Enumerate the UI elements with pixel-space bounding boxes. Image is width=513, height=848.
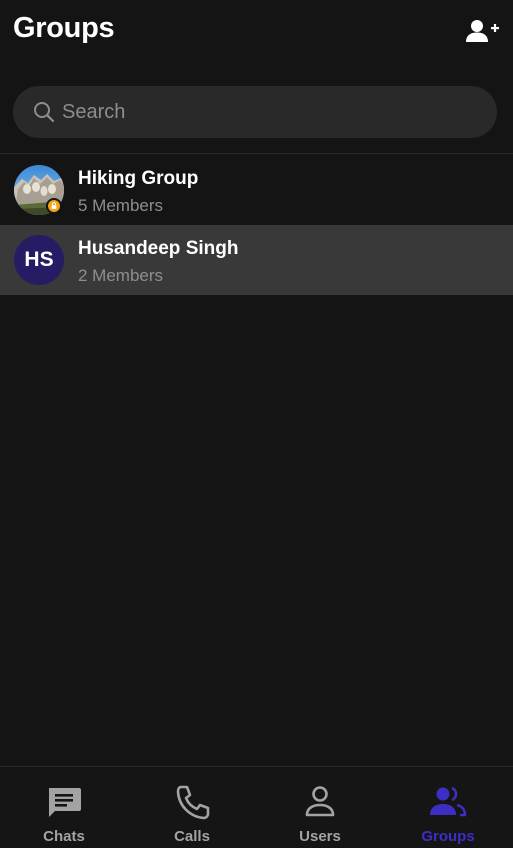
group-name: Hiking Group [78, 168, 199, 189]
header: Groups [0, 0, 513, 70]
divider [0, 153, 513, 154]
page-title: Groups [13, 12, 115, 44]
search-bar[interactable] [13, 86, 497, 138]
nav-groups[interactable]: Groups [384, 767, 512, 848]
nav-label: Calls [174, 828, 210, 845]
create-group-button[interactable] [464, 17, 500, 45]
member-count: 2 Members [78, 266, 164, 285]
avatar: HS [14, 235, 64, 285]
nav-label: Groups [421, 828, 475, 845]
member-count: 5 Members [78, 196, 164, 215]
chat-icon [49, 788, 81, 817]
phone-icon [176, 785, 210, 820]
list-item-husandeep-singh[interactable]: HS Husandeep Singh 2 Members [0, 225, 513, 295]
search-icon [34, 102, 55, 123]
nav-label: Chats [43, 828, 85, 845]
user-icon [305, 786, 335, 817]
nav-calls[interactable]: Calls [128, 767, 256, 848]
group-name: Husandeep Singh [78, 238, 239, 259]
bottom-nav: Chats Calls Users Groups [0, 766, 513, 847]
add-user-icon [466, 20, 499, 42]
nav-chats[interactable]: Chats [0, 767, 128, 848]
status-badge [46, 198, 62, 214]
list-item-hiking-group[interactable]: Hiking Group 5 Members [0, 155, 513, 225]
search-input[interactable] [62, 86, 482, 138]
groups-icon [430, 786, 467, 817]
nav-label: Users [299, 828, 341, 845]
lock-icon [48, 200, 60, 212]
nav-users[interactable]: Users [256, 767, 384, 848]
